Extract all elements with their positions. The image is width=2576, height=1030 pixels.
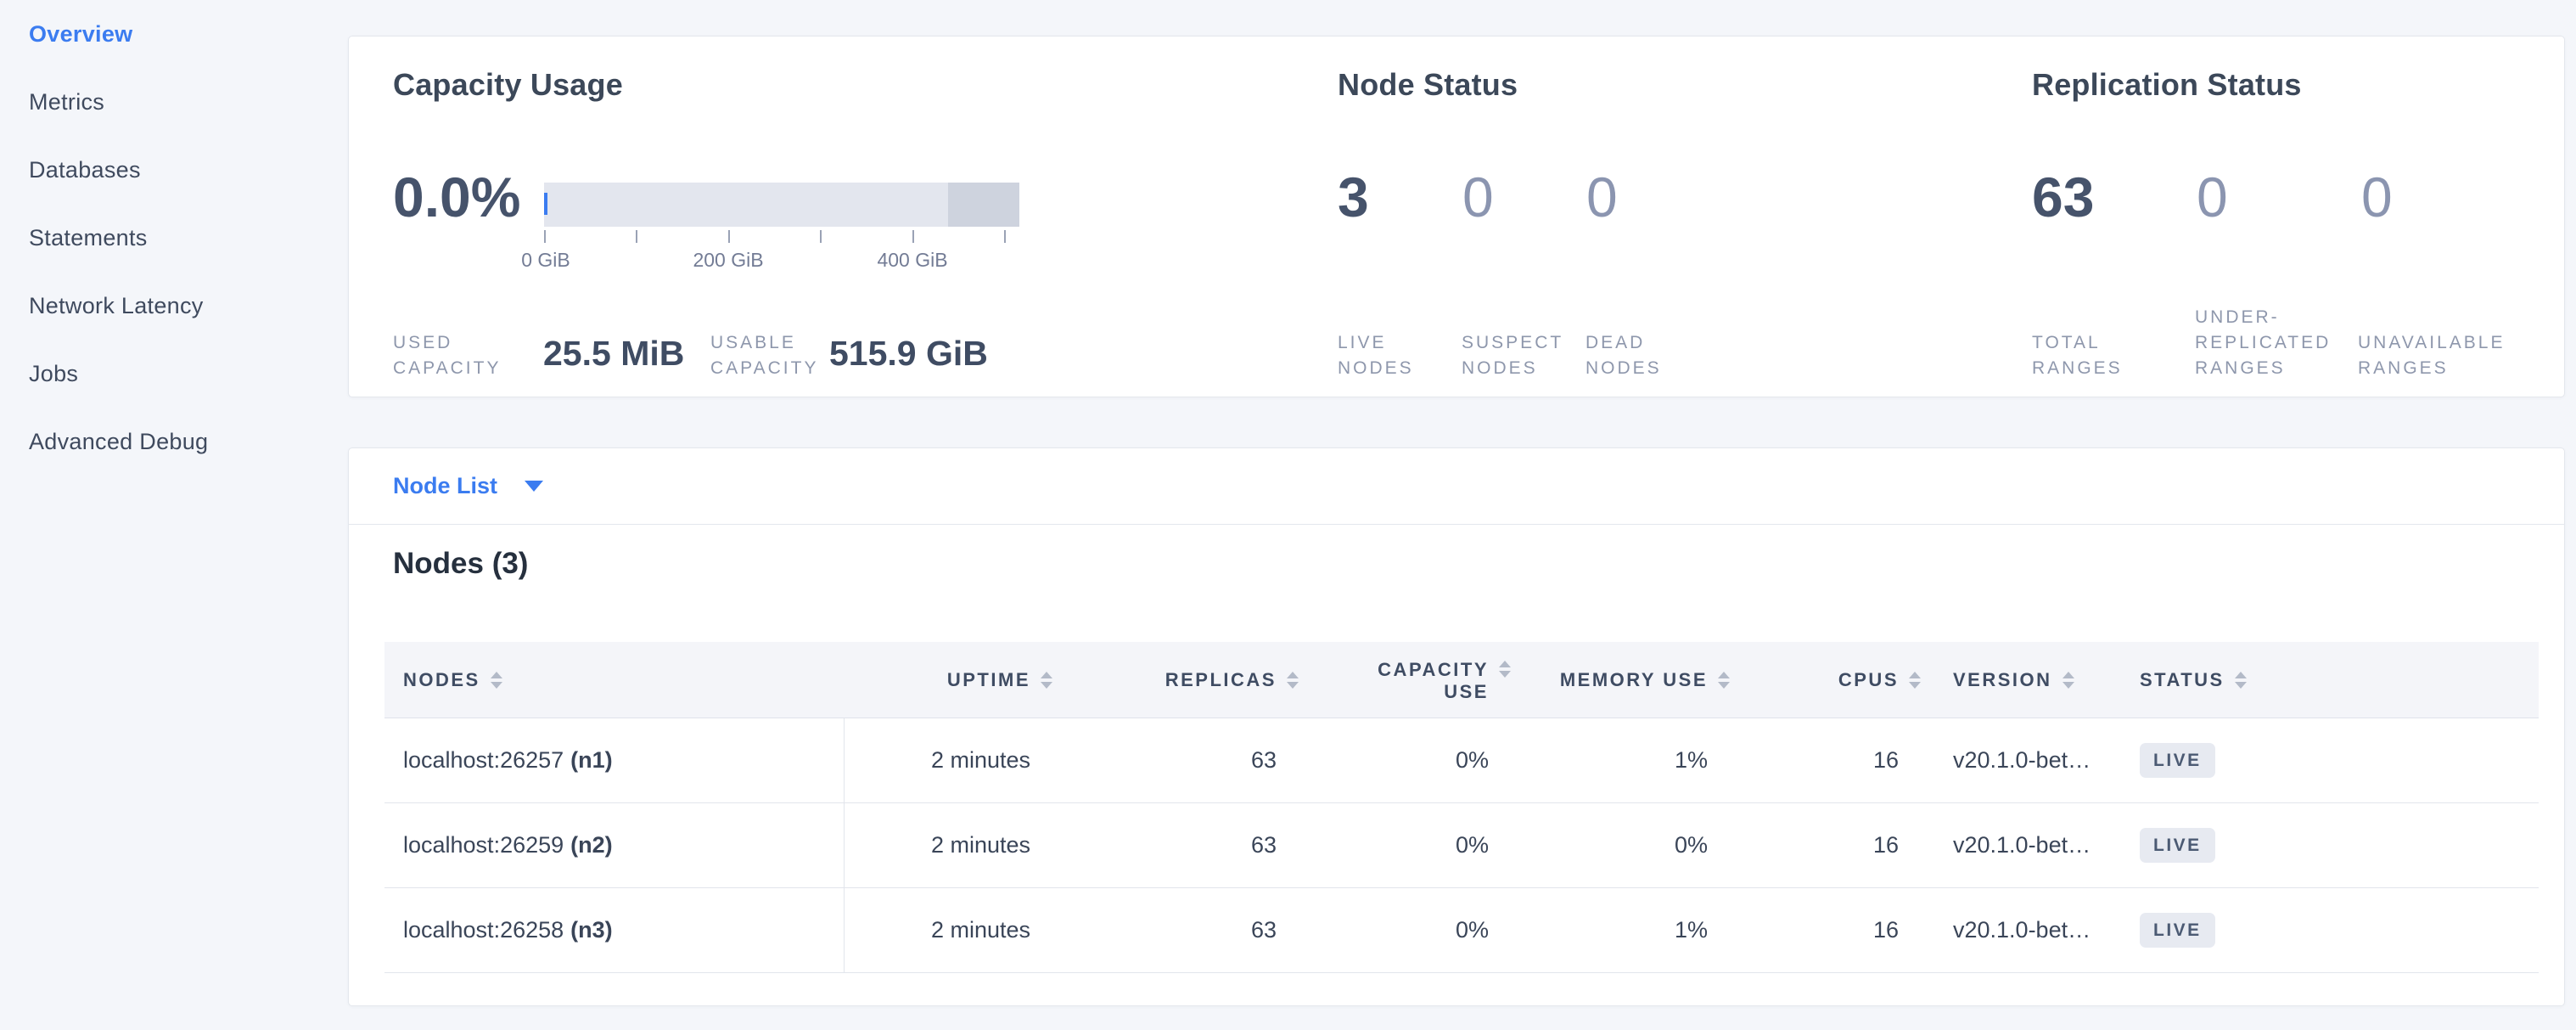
column-header-status[interactable]: STATUS bbox=[2111, 642, 2539, 718]
node-address-cell[interactable]: localhost:26257 (n1) bbox=[384, 718, 844, 802]
column-header-memory-use[interactable]: MEMORY USE bbox=[1514, 642, 1733, 718]
uptime-cell: 2 minutes bbox=[844, 888, 1056, 972]
column-header-uptime[interactable]: UPTIME bbox=[844, 642, 1056, 718]
sort-icon[interactable] bbox=[1909, 672, 1921, 689]
gauge-reserved-segment bbox=[948, 183, 1019, 227]
uptime-cell: 2 minutes bbox=[844, 718, 1056, 802]
node-list-dropdown-label[interactable]: Node List bbox=[393, 473, 497, 499]
caret-down-icon[interactable] bbox=[525, 481, 543, 492]
node-row-n2[interactable]: localhost:26259 (n2) 2 minutes 63 0% 0% … bbox=[384, 803, 2539, 888]
node-id: (n1) bbox=[570, 747, 613, 774]
status-cell: LIVE bbox=[2111, 718, 2539, 802]
suspect-nodes-count: 0 bbox=[1462, 169, 1494, 225]
version-cell: v20.1.0-bet… bbox=[1924, 718, 2111, 802]
node-id: (n3) bbox=[570, 917, 613, 943]
memory-use-cell: 1% bbox=[1514, 718, 1733, 802]
version-cell: v20.1.0-bet… bbox=[1924, 888, 2111, 972]
gauge-tick bbox=[728, 230, 730, 243]
column-header-version[interactable]: VERSION bbox=[1924, 642, 2111, 718]
sort-icon[interactable] bbox=[2062, 672, 2074, 689]
dead-nodes-label: DEAD NODES bbox=[1585, 330, 1687, 381]
unavailable-ranges-count: 0 bbox=[2361, 169, 2393, 225]
uptime-cell: 2 minutes bbox=[844, 803, 1056, 887]
node-id: (n2) bbox=[570, 832, 613, 858]
live-nodes-count: 3 bbox=[1338, 169, 1369, 225]
sort-icon[interactable] bbox=[2235, 672, 2247, 689]
suspect-nodes-label: SUSPECT NODES bbox=[1462, 330, 1576, 381]
memory-use-cell: 1% bbox=[1514, 888, 1733, 972]
status-badge: LIVE bbox=[2140, 913, 2215, 948]
gauge-axis-label: 0 GiB bbox=[521, 249, 570, 272]
sidebar-item-jobs[interactable]: Jobs bbox=[0, 340, 348, 408]
gauge-used-segment bbox=[544, 193, 547, 215]
capacity-use-cell: 0% bbox=[1302, 718, 1514, 802]
sidebar-item-databases[interactable]: Databases bbox=[0, 136, 348, 204]
gauge-tick bbox=[820, 230, 822, 243]
cluster-summary-card: Capacity Usage 0.0% 0 GiB 200 GiB 400 Gi… bbox=[348, 36, 2565, 397]
cpus-cell: 16 bbox=[1733, 718, 1924, 802]
node-row-n1[interactable]: localhost:26257 (n1) 2 minutes 63 0% 1% … bbox=[384, 718, 2539, 803]
cpus-cell: 16 bbox=[1733, 803, 1924, 887]
sort-icon[interactable] bbox=[1287, 672, 1299, 689]
used-capacity-value: 25.5 MiB bbox=[543, 336, 684, 371]
sort-icon[interactable] bbox=[1041, 672, 1052, 689]
node-address-cell[interactable]: localhost:26258 (n3) bbox=[384, 888, 844, 972]
sidebar-item-overview[interactable]: Overview bbox=[0, 0, 348, 68]
live-nodes-label: LIVE NODES bbox=[1338, 330, 1440, 381]
usable-capacity-label: USABLE CAPACITY bbox=[710, 330, 838, 381]
replicas-cell: 63 bbox=[1056, 803, 1302, 887]
nodes-table-header-row: NODES UPTIME REPLICAS CAPACITY USE MEMOR… bbox=[384, 642, 2539, 718]
column-header-capacity-use[interactable]: CAPACITY USE bbox=[1302, 642, 1514, 718]
memory-use-cell: 0% bbox=[1514, 803, 1733, 887]
unavailable-ranges-label: UNAVAILABLE RANGES bbox=[2358, 330, 2549, 381]
capacity-use-cell: 0% bbox=[1302, 803, 1514, 887]
cpus-cell: 16 bbox=[1733, 888, 1924, 972]
sort-icon[interactable] bbox=[1718, 672, 1730, 689]
status-badge: LIVE bbox=[2140, 828, 2215, 863]
status-cell: LIVE bbox=[2111, 888, 2539, 972]
sidebar-nav: Overview Metrics Databases Statements Ne… bbox=[0, 0, 348, 1030]
sidebar-item-statements[interactable]: Statements bbox=[0, 204, 348, 272]
capacity-usage-title: Capacity Usage bbox=[393, 67, 623, 103]
gauge-tick bbox=[1004, 230, 1006, 243]
sidebar-item-metrics[interactable]: Metrics bbox=[0, 68, 348, 136]
version-cell: v20.1.0-bet… bbox=[1924, 803, 2111, 887]
gauge-tick bbox=[636, 230, 637, 243]
usable-capacity-value: 515.9 GiB bbox=[829, 336, 988, 371]
column-header-cpus[interactable]: CPUS bbox=[1733, 642, 1924, 718]
sort-icon[interactable] bbox=[491, 672, 502, 689]
nodes-column-divider bbox=[844, 718, 845, 973]
column-header-replicas[interactable]: REPLICAS bbox=[1056, 642, 1302, 718]
used-capacity-label: USED CAPACITY bbox=[393, 330, 520, 381]
status-badge: LIVE bbox=[2140, 743, 2215, 778]
nodes-table-title: Nodes (3) bbox=[393, 547, 528, 581]
nodes-table: NODES UPTIME REPLICAS CAPACITY USE MEMOR… bbox=[384, 642, 2539, 973]
total-ranges-label: TOTAL RANGES bbox=[2032, 330, 2155, 381]
db-console-overview-page: Overview Metrics Databases Statements Ne… bbox=[0, 0, 2576, 1030]
sort-icon[interactable] bbox=[1499, 661, 1511, 678]
capacity-usage-gauge bbox=[544, 183, 1019, 227]
capacity-usage-percent: 0.0% bbox=[393, 169, 520, 225]
replicas-cell: 63 bbox=[1056, 888, 1302, 972]
node-row-n3[interactable]: localhost:26258 (n3) 2 minutes 63 0% 1% … bbox=[384, 888, 2539, 973]
total-ranges-count: 63 bbox=[2032, 169, 2094, 225]
node-list-dropdown[interactable]: Node List bbox=[349, 448, 2564, 525]
node-list-card: Node List Nodes (3) NODES UPTIME REPLICA… bbox=[348, 447, 2565, 1006]
gauge-tick bbox=[544, 230, 546, 243]
sidebar-item-advanced-debug[interactable]: Advanced Debug bbox=[0, 408, 348, 476]
dead-nodes-count: 0 bbox=[1586, 169, 1618, 225]
replication-status-title: Replication Status bbox=[2032, 67, 2302, 103]
sidebar-item-network-latency[interactable]: Network Latency bbox=[0, 272, 348, 340]
capacity-use-cell: 0% bbox=[1302, 888, 1514, 972]
gauge-axis-label: 400 GiB bbox=[877, 249, 947, 272]
column-header-nodes[interactable]: NODES bbox=[384, 642, 844, 718]
under-replicated-ranges-count: 0 bbox=[2197, 169, 2228, 225]
gauge-tick bbox=[912, 230, 914, 243]
node-status-title: Node Status bbox=[1338, 67, 1518, 103]
node-address-cell[interactable]: localhost:26259 (n2) bbox=[384, 803, 844, 887]
status-cell: LIVE bbox=[2111, 803, 2539, 887]
gauge-axis-label: 200 GiB bbox=[693, 249, 763, 272]
replicas-cell: 63 bbox=[1056, 718, 1302, 802]
